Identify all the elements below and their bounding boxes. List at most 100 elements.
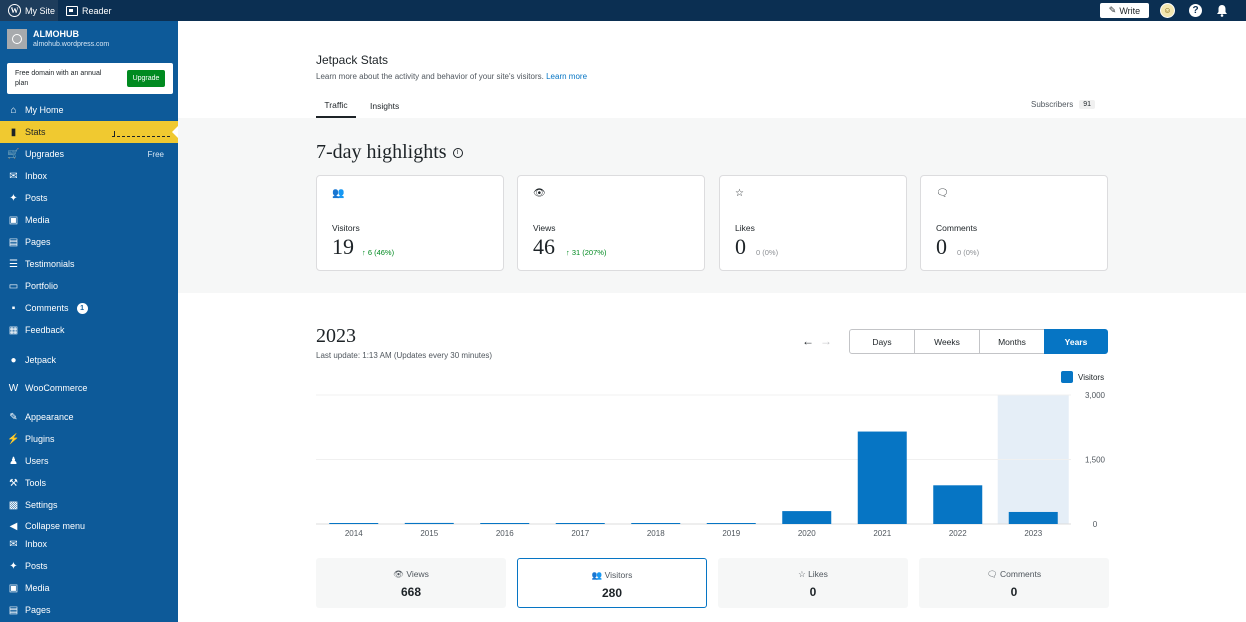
card-delta: 0 (0%) (957, 248, 980, 257)
sidebar-item-label: Inbox (25, 539, 48, 549)
sidebar-item-inbox[interactable]: ✉ Inbox (0, 165, 178, 187)
sidebar-item-jetpack[interactable]: ● Jetpack (0, 349, 178, 371)
info-icon[interactable]: i (452, 147, 463, 158)
sidebar-item-posts[interactable]: ✦ Posts (0, 187, 178, 209)
total-label: 👥 Visitors (591, 570, 633, 580)
sidebar-item-inbox[interactable]: ✉ Inbox (0, 533, 178, 555)
sidebar-item-label: Upgrades (25, 149, 65, 159)
sidebar-item-feedback[interactable]: ▦ Feedback (0, 319, 178, 341)
help-icon[interactable]: ? (1189, 4, 1202, 17)
settings-icon: ▩ (8, 499, 19, 511)
segment-months[interactable]: Months (979, 329, 1045, 354)
collapse-icon: ◀ (9, 520, 18, 532)
total-views-tab[interactable]: 👁 Views 668 (316, 558, 506, 608)
sidebar-item-settings[interactable]: ▩ Settings (0, 494, 178, 516)
tab-insights[interactable]: Insights (370, 94, 399, 118)
write-button[interactable]: ✎ Write (1100, 3, 1149, 18)
x-tick-label: 2018 (647, 529, 665, 538)
x-tick-label: 2023 (1024, 529, 1042, 538)
sidebar-item-my-home[interactable]: ⌂ My Home (0, 99, 178, 121)
segment-days[interactable]: Days (849, 329, 915, 354)
avatar[interactable]: ☺ (1160, 3, 1175, 18)
sidebar-item-label: WooCommerce (25, 383, 88, 393)
sidebar-item-users[interactable]: ♟ Users (0, 450, 178, 472)
card-value: 0 (735, 234, 746, 259)
total-value: 0 (809, 585, 817, 599)
sidebar-item-label: Jetpack (25, 355, 57, 365)
card-label: Likes (735, 223, 755, 233)
comment-count-badge: 1 (76, 302, 88, 314)
sidebar-item-portfolio[interactable]: ▭ Portfolio (0, 275, 178, 297)
sidebar-item-media[interactable]: ▣ Media (0, 577, 178, 599)
x-tick-label: 2021 (873, 529, 891, 538)
cart-icon: 🛒 (7, 148, 20, 160)
segment-years[interactable]: Years (1044, 329, 1108, 354)
reader-icon (66, 5, 78, 16)
sidebar-item-woocommerce[interactable]: W WooCommerce (0, 377, 178, 399)
bar-2020 (782, 511, 832, 524)
reader-button[interactable]: Reader (66, 0, 112, 21)
pen-icon: ✎ (1108, 5, 1117, 15)
sidebar-item-plugins[interactable]: ⚡ Plugins (0, 428, 178, 450)
bar-2022 (933, 485, 983, 524)
my-site-button[interactable]: W My Site (0, 0, 58, 21)
sidebar-item-label: Media (25, 215, 50, 225)
sidebar-item-comments[interactable]: ▪ Comments 1 (0, 297, 178, 319)
highlight-card-likes: ☆ Likes 0 0 (0%) (719, 175, 907, 271)
site-name: ALMOHUB (33, 29, 79, 39)
bell-icon[interactable] (1216, 4, 1228, 17)
sidebar-item-stats[interactable]: ▮ Stats (0, 121, 178, 143)
sidebar-item-label: Feedback (25, 325, 65, 335)
subscribers-link[interactable]: Subscribers 91 (1031, 100, 1096, 109)
sidebar-item-testimonials[interactable]: ☰ Testimonials (0, 253, 178, 275)
sidebar-item-label: Appearance (25, 412, 74, 422)
next-arrow-icon[interactable]: → (820, 334, 832, 348)
card-delta: ↑ 6 (46%) (362, 248, 395, 257)
bar-2019 (706, 523, 756, 524)
testimonial-icon: ☰ (9, 258, 18, 270)
upgrade-button[interactable]: Upgrade (127, 70, 165, 87)
sidebar-item-posts[interactable]: ✦ Posts (0, 555, 178, 577)
sidebar-item-pages[interactable]: ▤ Pages (0, 599, 178, 621)
chart-legend[interactable]: Visitors (1061, 371, 1104, 383)
pages-icon: ▤ (8, 236, 19, 248)
media-icon: ▣ (8, 214, 19, 226)
x-tick-label: 2019 (722, 529, 740, 538)
sidebar-item-upgrades[interactable]: 🛒 Upgrades Free (0, 143, 178, 165)
site-header[interactable]: ALMOHUB almohub.wordpress.com (0, 21, 178, 61)
eye-icon: 👁 (393, 569, 407, 579)
write-label: Write (1119, 5, 1141, 16)
total-visitors-tab[interactable]: 👥 Visitors 280 (517, 558, 707, 608)
eye-icon: 👁 (533, 188, 546, 199)
site-url: almohub.wordpress.com (33, 41, 110, 48)
total-likes-tab[interactable]: ☆ Likes 0 (718, 558, 908, 608)
brush-icon: ✎ (9, 411, 18, 423)
card-value: 19 (332, 234, 354, 259)
subscribers-label: Subscribers (1031, 100, 1074, 109)
previous-arrow-icon[interactable]: ← (802, 334, 814, 348)
sidebar-item-label: Plugins (25, 434, 55, 444)
sidebar-item-label: Testimonials (25, 259, 75, 269)
x-tick-label: 2017 (571, 529, 589, 538)
sidebar-item-media[interactable]: ▣ Media (0, 209, 178, 231)
x-tick-label: 2020 (798, 529, 816, 538)
sidebar-item-tools[interactable]: ⚒ Tools (0, 472, 178, 494)
sidebar-item-pages[interactable]: ▤ Pages (0, 231, 178, 253)
sidebar-item-label: Collapse menu (25, 521, 86, 531)
highlight-card-comments: 🗨 Comments 0 0 (0%) (920, 175, 1108, 271)
total-comments-tab[interactable]: 🗨 Comments 0 (919, 558, 1109, 608)
sidebar-item-label: Posts (25, 193, 48, 203)
admin-bar: W My Site Reader ✎ Write ☺ ? (0, 0, 1246, 21)
feedback-icon: ▦ (8, 324, 19, 336)
learn-more-link[interactable]: Learn more (546, 72, 587, 81)
tab-traffic[interactable]: Traffic (316, 94, 356, 118)
pages-icon: ▤ (8, 604, 19, 616)
bar-2023 (1008, 511, 1058, 524)
star-icon: ☆ (735, 188, 744, 199)
sidebar-item-label: Users (25, 456, 49, 466)
plugin-icon: ⚡ (7, 433, 20, 445)
segment-weeks[interactable]: Weeks (914, 329, 980, 354)
sidebar-item-label: Inbox (25, 171, 48, 181)
bar-2018 (631, 523, 681, 524)
sidebar-item-appearance[interactable]: ✎ Appearance (0, 406, 178, 428)
